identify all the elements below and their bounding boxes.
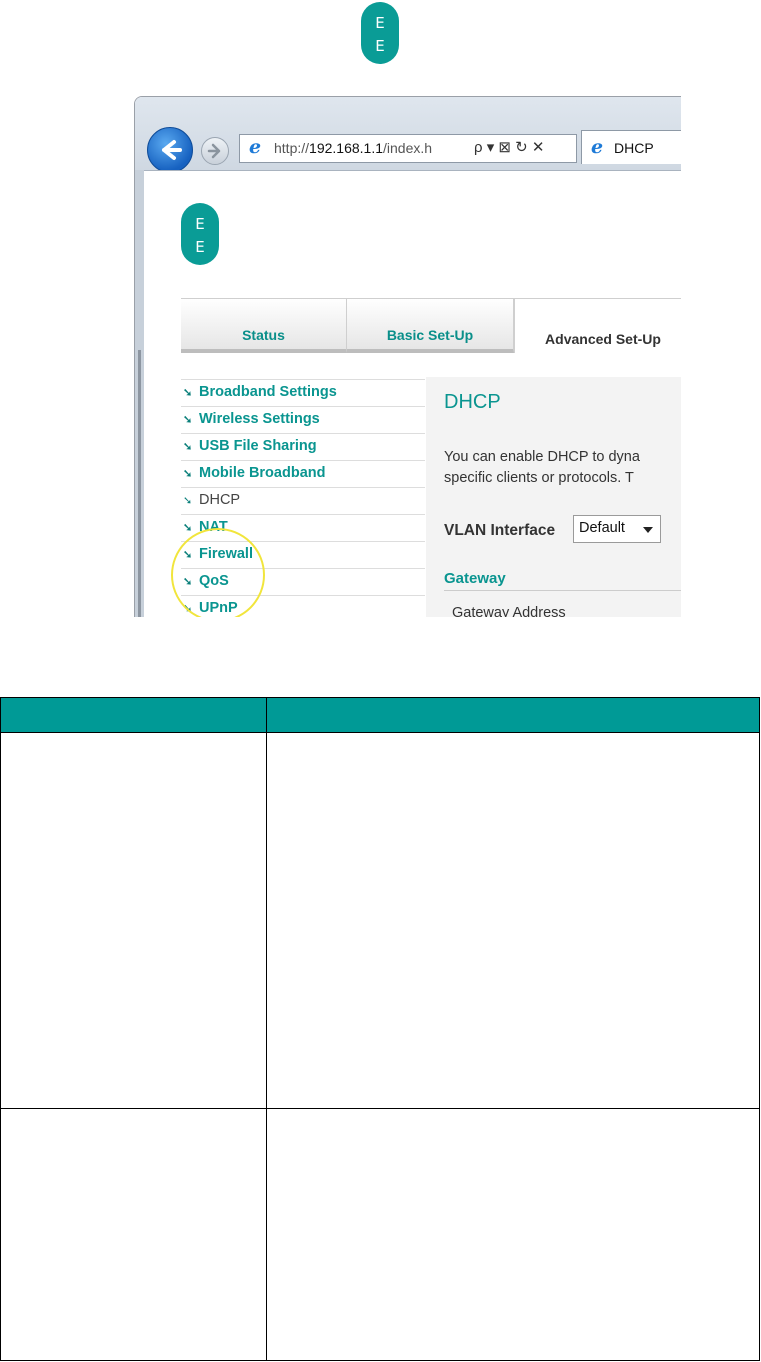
tab-advanced-setup[interactable]: Advanced Set-Up	[514, 299, 681, 353]
highlight-ring	[171, 528, 265, 617]
table-header	[0, 697, 760, 733]
page-viewport: E E Status Basic Set-Up Advanced Set-Up …	[144, 170, 681, 617]
arrow-icon: ➘	[183, 468, 193, 480]
arrow-icon: ➘	[183, 414, 193, 426]
arrow-icon: ➘	[183, 495, 193, 507]
logo-letter-1: E	[195, 215, 205, 233]
logo-letter-2: E	[375, 37, 385, 55]
browser-toolbar: e http://192.168.1.1/index.h ρ ▾ ⊠ ↻ ✕ e…	[135, 97, 681, 173]
logo-letter-2: E	[195, 238, 205, 256]
vlan-interface-select[interactable]: Default	[573, 515, 661, 543]
arrow-icon: ➘	[183, 387, 193, 399]
ie-tab-icon: e	[591, 136, 604, 158]
address-bar[interactable]: e http://192.168.1.1/index.h ρ ▾ ⊠ ↻ ✕	[239, 134, 577, 163]
dropdown-caret-icon	[643, 527, 653, 533]
forward-button[interactable]	[201, 137, 229, 165]
menu-item-wireless-settings[interactable]: ➘ Wireless Settings	[181, 407, 425, 434]
vlan-interface-label: VLAN Interface	[444, 522, 556, 539]
browser-screenshot: e http://192.168.1.1/index.h ρ ▾ ⊠ ↻ ✕ e…	[134, 96, 681, 617]
table-body	[0, 733, 760, 1361]
main-nav-tabs: Status Basic Set-Up Advanced Set-Up	[181, 298, 681, 355]
router-ee-logo: E E	[181, 203, 219, 265]
address-tools[interactable]: ρ ▾ ⊠ ↻ ✕	[474, 138, 544, 156]
column-divider	[266, 733, 267, 1360]
row-divider	[1, 1108, 759, 1109]
page-title: DHCP	[444, 391, 501, 413]
menu-item-dhcp[interactable]: ➘ DHCP	[181, 488, 425, 515]
description-line-2: specific clients or protocols. T	[444, 470, 634, 486]
ee-logo: E E	[361, 2, 399, 64]
forward-arrow-icon	[207, 143, 221, 159]
vlan-selected-value: Default	[579, 520, 625, 536]
gateway-address-label: Gateway Address	[452, 605, 566, 617]
instructions-table	[0, 697, 760, 1361]
back-button[interactable]	[147, 127, 193, 173]
logo-letter-1: E	[375, 14, 385, 32]
tab-basic-setup[interactable]: Basic Set-Up	[347, 299, 514, 353]
tab-title: DHCP	[614, 140, 654, 156]
gateway-divider	[444, 590, 681, 591]
back-arrow-icon	[162, 140, 182, 160]
ie-page-icon: e	[249, 136, 262, 158]
description: You can enable DHCP to dyna specific cli…	[444, 447, 640, 489]
column-divider	[266, 698, 267, 732]
tab-status[interactable]: Status	[181, 299, 347, 353]
arrow-icon: ➘	[183, 441, 193, 453]
dhcp-content-panel: DHCP You can enable DHCP to dyna specifi…	[426, 377, 681, 617]
gateway-heading: Gateway	[444, 570, 506, 587]
menu-item-mobile-broadband[interactable]: ➘ Mobile Broadband	[181, 461, 425, 488]
browser-tab-dhcp[interactable]: e DHCP	[581, 130, 681, 164]
menu-item-usb-file-sharing[interactable]: ➘ USB File Sharing	[181, 434, 425, 461]
arrow-icon: ➘	[183, 522, 193, 534]
address-url: http://192.168.1.1/index.h	[274, 140, 433, 156]
description-line-1: You can enable DHCP to dyna	[444, 449, 640, 465]
menu-item-broadband-settings[interactable]: ➘ Broadband Settings	[181, 380, 425, 407]
scrollbar[interactable]	[135, 170, 144, 617]
